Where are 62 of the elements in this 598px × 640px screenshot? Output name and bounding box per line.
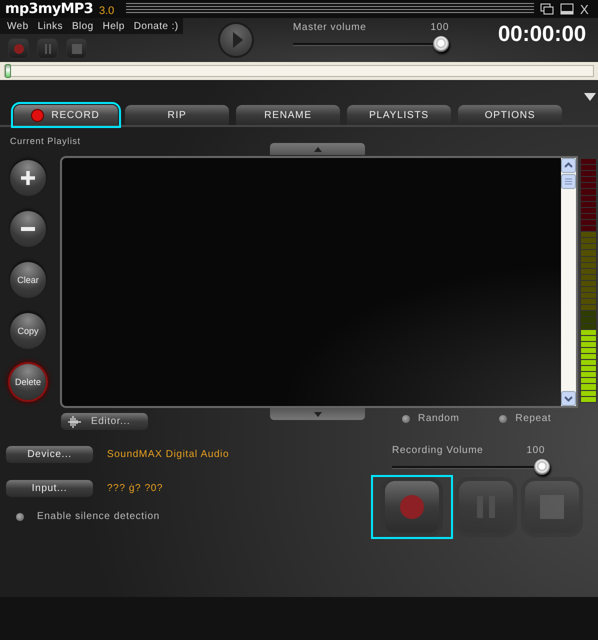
restore-icon[interactable] xyxy=(540,3,554,15)
dropdown-arrow-icon[interactable] xyxy=(584,93,596,101)
play-button[interactable] xyxy=(220,24,252,56)
tab[interactable]: RENAME xyxy=(236,105,340,125)
playlist-area[interactable] xyxy=(60,156,578,408)
timer: 00:00:00 xyxy=(498,21,586,48)
play-icon xyxy=(232,32,242,48)
silence-toggle[interactable] xyxy=(16,512,24,520)
volume-label: Recording Volume xyxy=(392,445,484,458)
playlist-button[interactable]: Delete xyxy=(10,364,46,400)
option-radio[interactable] xyxy=(499,414,508,422)
remove-button[interactable] xyxy=(10,211,46,247)
volume-label: Master volume xyxy=(293,22,366,35)
tab[interactable]: PLAYLISTS xyxy=(347,105,451,125)
down-arrow-icon xyxy=(314,412,322,416)
input-button[interactable]: Input... xyxy=(6,480,93,497)
close-button[interactable]: X xyxy=(580,2,594,16)
scroll-down-icon[interactable] xyxy=(561,391,576,406)
collapse-handle[interactable] xyxy=(270,143,365,155)
playlist-button[interactable]: Clear xyxy=(10,262,46,298)
device-value: SoundMAX Digital Audio xyxy=(107,449,230,460)
plus-icon xyxy=(20,170,36,186)
volume-slider-thumb[interactable] xyxy=(534,459,550,475)
record-dot-icon xyxy=(32,110,44,120)
volume-value: 100 xyxy=(430,22,449,35)
app-logo: mp3myMP3 xyxy=(5,1,93,17)
menu-item[interactable]: Links xyxy=(38,20,63,32)
editor-button[interactable]: Editor... xyxy=(61,413,148,430)
version-label: 3.0 xyxy=(99,5,114,17)
up-arrow-icon xyxy=(314,146,322,152)
volume-value: 100 xyxy=(526,445,545,458)
menu-item[interactable]: Blog xyxy=(72,20,94,32)
waveform-icon xyxy=(67,416,81,428)
playlist-button[interactable]: Copy xyxy=(10,313,46,349)
record-icon xyxy=(399,494,425,520)
stop-icon xyxy=(539,494,565,520)
playlist-label: Current Playlist xyxy=(9,135,82,148)
menu-item[interactable]: Help xyxy=(102,20,125,32)
menu-item[interactable]: Donate :) xyxy=(134,20,178,32)
record-icon xyxy=(12,42,26,56)
pause-button[interactable] xyxy=(37,38,58,59)
option-label: Repeat xyxy=(515,413,552,424)
scroll-up-icon[interactable] xyxy=(561,158,576,189)
tab[interactable]: OPTIONS xyxy=(458,105,562,125)
silence-label: Enable silence detection xyxy=(37,511,160,522)
option-label: Random xyxy=(418,413,460,424)
volume-slider-thumb[interactable] xyxy=(433,36,449,52)
tab[interactable]: RIP xyxy=(125,105,229,125)
option-radio[interactable] xyxy=(402,414,410,422)
device-button[interactable]: Device... xyxy=(6,446,93,463)
input-value: ??? ġ? ?0? xyxy=(107,483,164,494)
expand-handle[interactable] xyxy=(270,408,365,420)
minus-icon xyxy=(20,225,36,233)
stop-icon xyxy=(70,42,84,56)
stop-button[interactable] xyxy=(66,38,87,59)
tab[interactable]: RECORD xyxy=(14,105,118,125)
maximize-icon[interactable] xyxy=(560,3,574,15)
progress-handle[interactable] xyxy=(5,64,11,78)
record-button[interactable] xyxy=(385,481,439,533)
add-button[interactable] xyxy=(10,160,46,196)
menu-item[interactable]: Web xyxy=(7,20,29,32)
scrollbar[interactable] xyxy=(561,158,576,406)
